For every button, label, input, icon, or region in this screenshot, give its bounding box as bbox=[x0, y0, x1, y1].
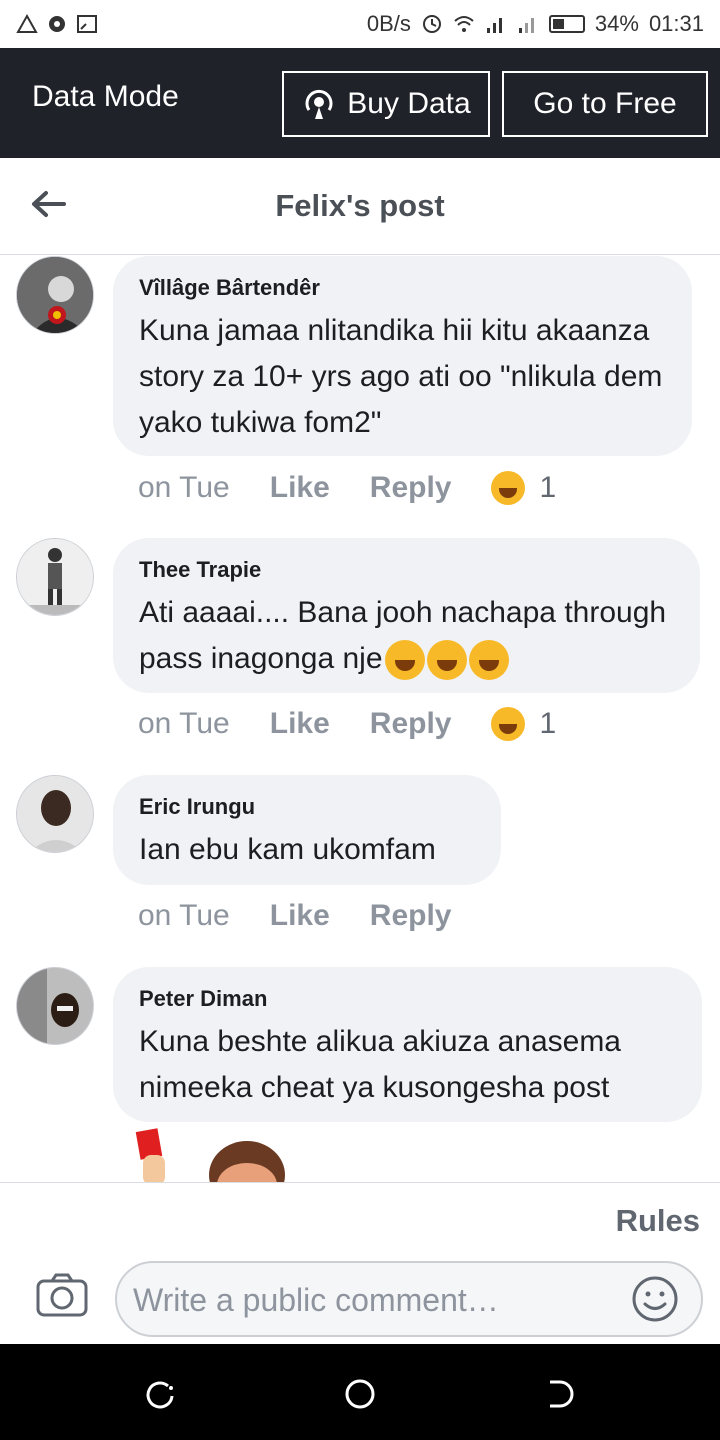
buy-data-label: Buy Data bbox=[347, 87, 471, 120]
comment-actions: on Tue Like Reply 1 bbox=[138, 707, 556, 741]
warning-icon bbox=[16, 13, 38, 33]
comment-actions: on Tue Like Reply bbox=[138, 899, 491, 933]
status-bar: 0B/s 34% 01:31 bbox=[0, 0, 720, 48]
wifi-icon bbox=[454, 16, 474, 32]
tears-of-joy-emoji-icon bbox=[384, 640, 425, 681]
comment-bubble[interactable]: Vîllâge Bârtendêr Kuna jamaa nlitandika … bbox=[113, 256, 692, 456]
haha-reaction-icon bbox=[491, 471, 526, 505]
data-mode-title: Data Mode bbox=[32, 80, 179, 113]
post-header: Felix's post bbox=[0, 158, 720, 255]
broadcast-icon bbox=[305, 89, 333, 119]
avatar-image bbox=[17, 968, 93, 1044]
comment-text: Kuna jamaa nlitandika hii kitu akaanza s… bbox=[139, 314, 671, 439]
comment-text-wrap: Ati aaaai.... Bana jooh nachapa through … bbox=[139, 590, 674, 682]
recent-apps-icon[interactable] bbox=[140, 1374, 180, 1414]
comment-text: Kuna beshte alikua akiuza anasema nimeek… bbox=[139, 1025, 630, 1104]
comment-author[interactable]: Eric Irungu bbox=[139, 793, 475, 821]
buy-data-button[interactable]: Buy Data bbox=[282, 71, 490, 137]
avatar-image bbox=[17, 257, 93, 333]
comment-time: on Tue bbox=[138, 707, 230, 740]
comment-author[interactable]: Thee Trapie bbox=[139, 556, 674, 584]
tears-of-joy-emoji-icon bbox=[468, 640, 509, 681]
status-left-icons bbox=[16, 13, 98, 35]
reaction-summary[interactable]: 1 bbox=[491, 707, 556, 741]
reply-button[interactable]: Reply bbox=[370, 707, 452, 741]
comment-text: Ian ebu kam ukomfam bbox=[139, 833, 436, 866]
smiley-icon[interactable] bbox=[631, 1275, 679, 1323]
like-button[interactable]: Like bbox=[270, 899, 330, 933]
clock: 01:31 bbox=[648, 11, 704, 36]
comment-input-box[interactable] bbox=[115, 1261, 703, 1337]
comment-time: on Tue bbox=[138, 471, 230, 504]
reaction-count: 1 bbox=[539, 707, 557, 740]
reaction-count: 1 bbox=[539, 471, 557, 504]
sticker-image[interactable] bbox=[135, 1125, 295, 1182]
reaction-summary[interactable]: 1 bbox=[491, 471, 556, 505]
avatar[interactable] bbox=[16, 775, 94, 853]
like-button[interactable]: Like bbox=[270, 707, 330, 741]
battery-icon bbox=[548, 15, 585, 33]
comment-bubble[interactable]: Thee Trapie Ati aaaai.... Bana jooh nach… bbox=[113, 538, 700, 693]
system-nav-bar bbox=[0, 1344, 720, 1440]
signal-icon-2 bbox=[518, 18, 534, 33]
network-speed: 0B/s bbox=[366, 11, 411, 36]
home-icon[interactable] bbox=[340, 1374, 380, 1414]
battery-level: 34% bbox=[594, 11, 639, 36]
comment-time: on Tue bbox=[138, 899, 230, 932]
back-icon[interactable] bbox=[540, 1374, 580, 1414]
comment-bubble[interactable]: Eric Irungu Ian ebu kam ukomfam bbox=[113, 775, 501, 885]
like-button[interactable]: Like bbox=[270, 471, 330, 505]
avatar[interactable] bbox=[16, 538, 94, 616]
rules-link[interactable]: Rules bbox=[616, 1203, 700, 1239]
go-to-free-button[interactable]: Go to Free bbox=[502, 71, 708, 137]
comment-author[interactable]: Peter Diman bbox=[139, 985, 676, 1013]
reply-button[interactable]: Reply bbox=[370, 899, 452, 933]
comments-list[interactable]: Vîllâge Bârtendêr Kuna jamaa nlitandika … bbox=[0, 255, 720, 1182]
tears-of-joy-emoji-icon bbox=[426, 640, 467, 681]
status-right: 0B/s 34% 01:31 bbox=[367, 11, 704, 37]
avatar[interactable] bbox=[16, 256, 94, 334]
avatar[interactable] bbox=[16, 967, 94, 1045]
comment-author[interactable]: Vîllâge Bârtendêr bbox=[139, 274, 666, 302]
signal-icon bbox=[486, 18, 502, 33]
haha-reaction-icon bbox=[491, 707, 526, 741]
comment-bubble[interactable]: Peter Diman Kuna beshte alikua akiuza an… bbox=[113, 967, 702, 1122]
avatar-image bbox=[17, 776, 93, 852]
go-to-free-label: Go to Free bbox=[533, 87, 677, 120]
page-title: Felix's post bbox=[275, 188, 445, 223]
camera-icon[interactable] bbox=[36, 1273, 88, 1317]
comment-input[interactable] bbox=[131, 1271, 625, 1329]
reply-button[interactable]: Reply bbox=[370, 471, 452, 505]
comment-composer: Rules bbox=[0, 1182, 720, 1345]
data-mode-bar: Data Mode Buy Data Go to Free bbox=[0, 48, 720, 158]
avatar-image bbox=[17, 539, 93, 615]
sync-icon bbox=[422, 15, 441, 33]
comment-actions: on Tue Like Reply 1 bbox=[138, 471, 556, 505]
cast-icon bbox=[77, 15, 97, 33]
disc-icon bbox=[49, 16, 65, 32]
